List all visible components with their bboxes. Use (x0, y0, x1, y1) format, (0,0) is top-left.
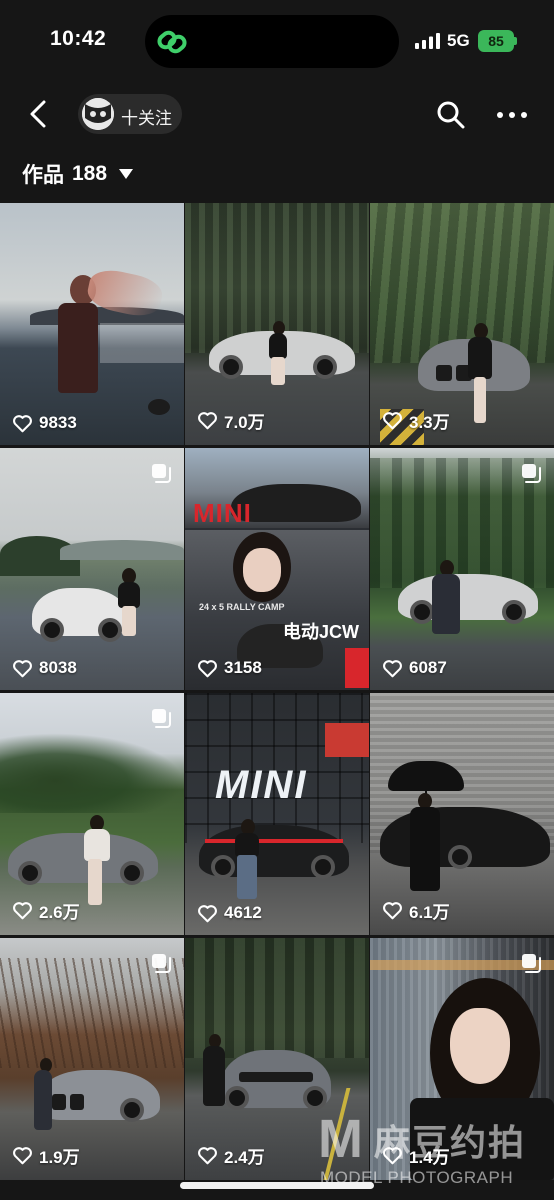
electric-jcw-text: 电动JCW (283, 622, 359, 642)
heart-icon (13, 414, 32, 432)
avatar (82, 98, 114, 130)
heart-icon (198, 1147, 217, 1165)
more-icon[interactable] (492, 98, 532, 132)
like-count: 1.9万 (12, 1143, 80, 1168)
rally-camp-text: 24 x 5 RALLY CAMP (199, 602, 285, 612)
multi-photo-icon (522, 464, 541, 483)
multi-photo-icon (152, 464, 171, 483)
like-count-text: 4612 (224, 903, 262, 922)
like-count-text: 9833 (39, 413, 77, 432)
like-count-text: 6087 (409, 658, 447, 677)
like-count-text: 3.3万 (409, 413, 450, 432)
work-tile[interactable]: 8038 (0, 448, 184, 690)
watermark-logo: M (318, 1109, 363, 1169)
like-count: 7.0万 (197, 408, 265, 433)
like-count-text: 7.0万 (224, 413, 265, 432)
like-count-text: 2.6万 (39, 903, 80, 922)
like-count: 9833 (12, 413, 77, 433)
heart-icon (383, 902, 402, 920)
like-count-text: 3158 (224, 658, 262, 677)
like-count-text: 8038 (39, 658, 77, 677)
cellular-signal-icon (415, 33, 440, 49)
like-count: 8038 (12, 658, 77, 678)
follow-label: 十关注 (121, 109, 172, 128)
link-chain-icon (157, 30, 187, 54)
multi-photo-icon (522, 954, 541, 973)
like-count-text: 6.1万 (409, 903, 450, 922)
heart-icon (13, 659, 32, 677)
follow-button[interactable]: 十关注 (78, 94, 182, 134)
network-type: 5G (447, 31, 470, 50)
heart-icon (383, 412, 402, 430)
multi-photo-icon (152, 709, 171, 728)
heart-icon (383, 659, 402, 677)
battery-indicator: 85 (478, 30, 514, 52)
works-title: 作品 (22, 164, 64, 187)
works-count: 188 (72, 162, 108, 185)
works-filter[interactable]: 作品 188 (22, 157, 134, 191)
work-tile[interactable]: 6087 (370, 448, 554, 690)
home-indicator[interactable] (180, 1182, 374, 1189)
mini-sign-text: MINI (215, 763, 308, 807)
search-icon[interactable] (434, 98, 468, 132)
heart-icon (198, 412, 217, 430)
work-tile[interactable]: MINI 24 x 5 RALLY CAMP 电动JCW 3158 (185, 448, 369, 690)
dynamic-island[interactable] (145, 15, 399, 68)
heart-icon (13, 1147, 32, 1165)
like-count: 2.6万 (12, 898, 80, 923)
work-tile[interactable]: 9833 (0, 203, 184, 445)
status-time: 10:42 (50, 27, 107, 50)
work-tile[interactable]: 3.3万 (370, 203, 554, 445)
multi-photo-icon (152, 954, 171, 973)
like-count-text: 2.4万 (224, 1148, 265, 1167)
like-count-text: 1.9万 (39, 1148, 80, 1167)
like-count: 6087 (382, 658, 447, 678)
like-count: 3158 (197, 658, 262, 678)
work-tile[interactable]: 2.6万 (0, 693, 184, 935)
heart-icon (198, 904, 217, 922)
mini-logo-text: MINI (193, 498, 252, 528)
work-tile[interactable]: 7.0万 (185, 203, 369, 445)
like-count: 4612 (197, 903, 262, 923)
watermark-cn: 麻豆约拍 (374, 1122, 527, 1163)
like-count: 2.4万 (197, 1143, 265, 1168)
status-bar: 10:42 5G 85 (0, 0, 554, 84)
caret-down-icon (119, 169, 134, 179)
heart-icon (13, 902, 32, 920)
like-count: 3.3万 (382, 408, 450, 433)
battery-tip (514, 37, 517, 45)
like-count: 6.1万 (382, 898, 450, 923)
work-tile[interactable]: MINI 4612 (185, 693, 369, 935)
work-tile[interactable]: 6.1万 (370, 693, 554, 935)
back-chevron-icon[interactable] (20, 94, 60, 134)
work-tile[interactable]: 1.9万 (0, 938, 184, 1180)
heart-icon (198, 659, 217, 677)
